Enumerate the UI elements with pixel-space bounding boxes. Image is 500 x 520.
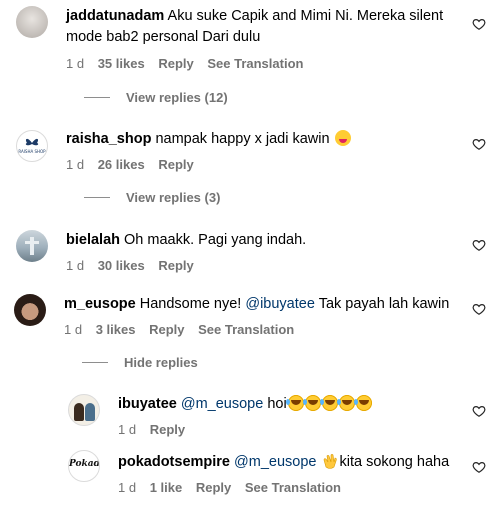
- laughing-emoji: [302, 395, 321, 411]
- comment-meta: 1 d 35 likes Reply See Translation: [66, 56, 446, 71]
- hide-replies-toggle[interactable]: Hide replies: [82, 355, 198, 370]
- reply-button[interactable]: Reply: [149, 322, 184, 337]
- reply-button[interactable]: Reply: [196, 480, 231, 495]
- divider: [82, 362, 108, 363]
- laughing-emoji: [285, 395, 304, 411]
- butterfly-logo-icon: RAISHA SHOP: [18, 138, 46, 154]
- timestamp: 1 d: [66, 258, 85, 273]
- reply-meta: 1 d 1 like Reply See Translation: [118, 480, 458, 495]
- avatar[interactable]: [16, 230, 48, 262]
- timestamp: 1 d: [66, 157, 85, 172]
- reply-button[interactable]: Reply: [158, 258, 193, 273]
- reply-body: kita sokong haha: [339, 454, 450, 470]
- comment-text: bielalah Oh maakk. Pagi yang indah.: [66, 230, 446, 251]
- clapping-hands-emoji: [322, 453, 340, 469]
- heart-icon[interactable]: [472, 238, 486, 252]
- comment-body-line1: Aku suke Capik and Mimi Ni. Mereka silen…: [167, 8, 444, 24]
- timestamp: 1 d: [64, 322, 83, 337]
- reply-button[interactable]: Reply: [158, 56, 193, 71]
- comment-meta: 1 d 3 likes Reply See Translation: [64, 322, 464, 337]
- laughing-emoji: [353, 395, 372, 411]
- see-translation-button[interactable]: See Translation: [198, 322, 294, 337]
- heart-icon[interactable]: [472, 302, 486, 316]
- comment-meta: 1 d 30 likes Reply: [66, 258, 446, 273]
- pokadots-logo-text: Pokad: [69, 459, 100, 469]
- comment-body: Oh maakk. Pagi yang indah.: [124, 232, 307, 248]
- username[interactable]: bielalah: [66, 232, 120, 248]
- laughing-emoji: [336, 395, 355, 411]
- username[interactable]: jaddatunadam: [66, 8, 164, 24]
- winking-emoji: [334, 130, 351, 146]
- mention-link[interactable]: @ibuyatee: [245, 296, 315, 312]
- view-replies-toggle[interactable]: View replies (12): [84, 90, 228, 105]
- comment-body-line2: mode bab2 personal Dari dulu: [66, 29, 261, 45]
- see-translation-button[interactable]: See Translation: [207, 56, 303, 71]
- timestamp: 1 d: [118, 422, 137, 437]
- reply-text: ibuyatee @m_eusope hoi: [118, 394, 458, 415]
- heart-icon[interactable]: [472, 17, 486, 31]
- comment-meta: 1 d 26 likes Reply: [66, 157, 446, 172]
- view-replies-toggle[interactable]: View replies (3): [84, 190, 220, 205]
- heart-icon[interactable]: [472, 404, 486, 418]
- username[interactable]: pokadotsempire: [118, 454, 230, 470]
- reply-meta: 1 d Reply: [118, 422, 458, 437]
- see-translation-button[interactable]: See Translation: [245, 480, 341, 495]
- comment-text: jaddatunadam Aku suke Capik and Mimi Ni.…: [66, 6, 446, 27]
- view-replies-label[interactable]: View replies (3): [126, 190, 220, 205]
- heart-icon[interactable]: [472, 137, 486, 151]
- comment-body: Handsome nye!: [139, 296, 242, 312]
- divider: [84, 197, 110, 198]
- view-replies-label[interactable]: View replies (12): [126, 90, 228, 105]
- cross-statue-figure: [30, 237, 34, 255]
- cross-statue-arms: [25, 241, 39, 244]
- mention-link[interactable]: @m_eusope: [181, 396, 263, 412]
- reply-body: hoi: [267, 396, 287, 412]
- username[interactable]: raisha_shop: [66, 131, 151, 147]
- laughing-emoji: [319, 395, 338, 411]
- comment-body-after: Tak payah lah kawin: [318, 296, 450, 312]
- timestamp: 1 d: [66, 56, 85, 71]
- reply-button[interactable]: Reply: [150, 422, 185, 437]
- avatar[interactable]: [68, 394, 100, 426]
- avatar-figure-left: [74, 403, 84, 421]
- reply-button[interactable]: Reply: [158, 157, 193, 172]
- comment-text: m_eusope Handsome nye! @ibuyatee Tak pay…: [64, 294, 464, 315]
- reply-text: pokadotsempire @m_eusope kita sokong hah…: [118, 452, 458, 473]
- timestamp: 1 d: [118, 480, 137, 495]
- avatar-text: RAISHA SHOP: [18, 149, 46, 154]
- divider: [84, 97, 110, 98]
- avatar[interactable]: RAISHA SHOP: [16, 130, 48, 162]
- avatar-figure-right: [85, 403, 95, 421]
- comment-text: raisha_shop nampak happy x jadi kawin: [66, 129, 446, 150]
- comment-body: nampak happy x jadi kawin: [155, 131, 330, 147]
- heart-icon[interactable]: [472, 460, 486, 474]
- avatar[interactable]: Pokad: [68, 450, 100, 482]
- mention-link[interactable]: @m_eusope: [234, 454, 316, 470]
- likes-count[interactable]: 30 likes: [98, 258, 145, 273]
- username[interactable]: m_eusope: [64, 296, 136, 312]
- likes-count[interactable]: 26 likes: [98, 157, 145, 172]
- likes-count[interactable]: 35 likes: [98, 56, 145, 71]
- hide-replies-label[interactable]: Hide replies: [124, 355, 198, 370]
- avatar[interactable]: [14, 294, 46, 326]
- likes-count[interactable]: 1 like: [150, 480, 183, 495]
- likes-count[interactable]: 3 likes: [96, 322, 136, 337]
- avatar[interactable]: [16, 6, 48, 38]
- username[interactable]: ibuyatee: [118, 396, 177, 412]
